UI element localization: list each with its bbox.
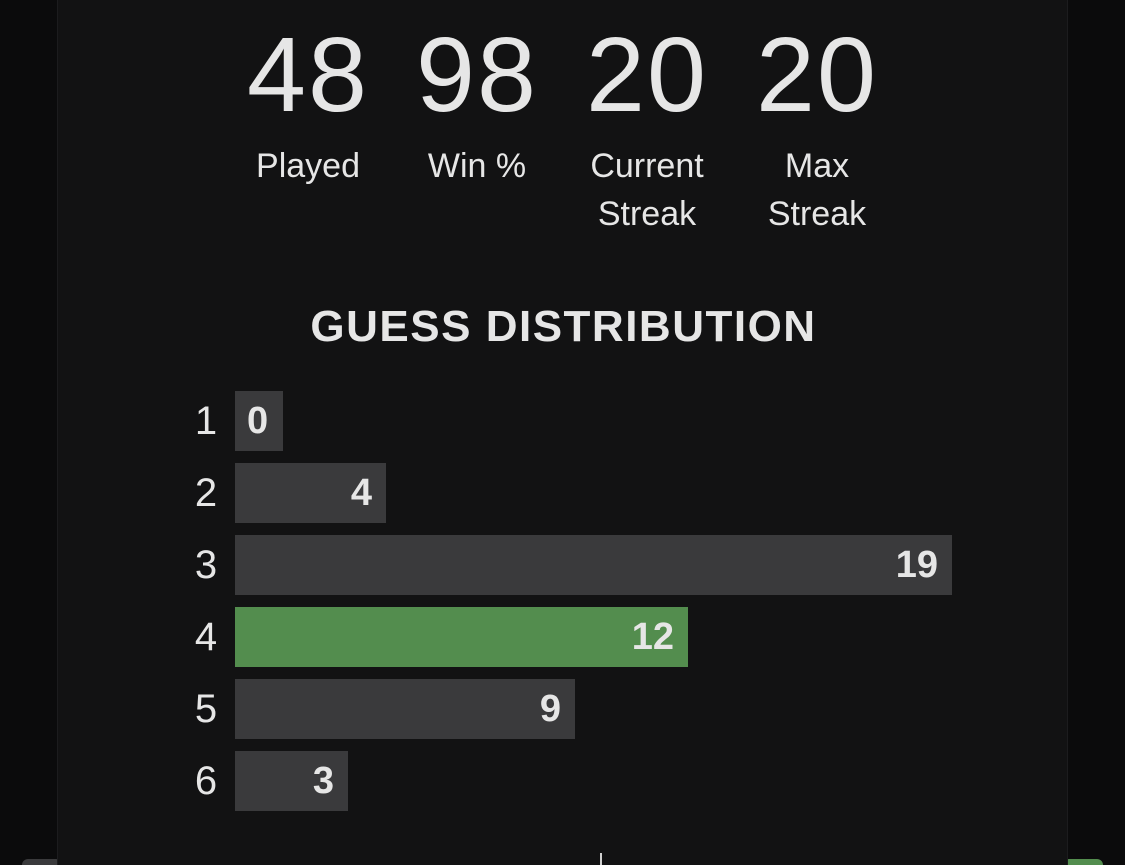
- guess-number: 3: [194, 543, 218, 587]
- distribution-bar: 3: [235, 751, 348, 811]
- stat-value: 20: [756, 16, 878, 134]
- distribution-row: 63: [191, 751, 952, 811]
- guess-number: 6: [194, 759, 218, 803]
- distribution-bar: 19: [235, 535, 952, 595]
- distribution-row: 10: [191, 391, 952, 451]
- statistics-modal: 48 Played 98 Win % 20 Current Streak 20 …: [57, 0, 1068, 865]
- stat-current-streak: 20 Current Streak: [562, 0, 732, 238]
- background-key-hint: [22, 859, 62, 865]
- background-key-hint-green: [1063, 859, 1103, 865]
- stat-value: 98: [416, 16, 538, 134]
- divider-tick: [600, 853, 602, 865]
- distribution-bar: 0: [235, 391, 283, 451]
- guess-number: 5: [194, 687, 218, 731]
- guess-number: 1: [194, 399, 218, 443]
- distribution-row: 24: [191, 463, 952, 523]
- guess-number: 2: [194, 471, 218, 515]
- stat-win-percent: 98 Win %: [392, 0, 562, 190]
- stat-label: Max Streak: [767, 147, 867, 233]
- stat-label: Current Streak: [590, 147, 704, 233]
- distribution-bar: 4: [235, 463, 386, 523]
- distribution-row: 4 12: [191, 607, 952, 667]
- stat-played: 48 Played: [223, 0, 393, 190]
- stat-value: 20: [586, 16, 708, 134]
- stat-value: 48: [247, 16, 369, 134]
- distribution-row: 3 19: [191, 535, 952, 595]
- distribution-bar: 9: [235, 679, 575, 739]
- distribution-row: 59: [191, 679, 952, 739]
- stat-max-streak: 20 Max Streak: [732, 0, 902, 238]
- guess-number: 4: [194, 615, 218, 659]
- stat-label: Win %: [427, 147, 527, 185]
- stat-label: Played: [256, 147, 360, 185]
- guess-distribution-title: GUESS DISTRIBUTION: [310, 302, 817, 351]
- distribution-bar: 12: [235, 607, 688, 667]
